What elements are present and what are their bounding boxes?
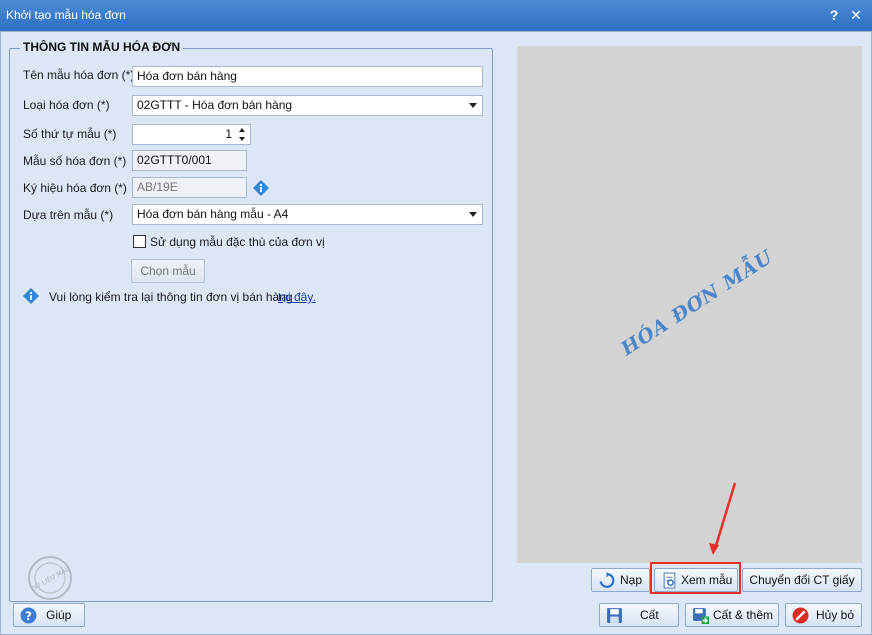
invoice-type-select[interactable]: 02GTTT - Hóa đơn bán hàng [132,95,483,116]
sample-data-stamp-icon: DỮ LIỆU MẪU [28,556,72,600]
cancel-label: Hủy bỏ [816,608,855,622]
invoice-type-label: Loại hóa đơn (*) [23,98,110,112]
convert-paper-button[interactable]: Chuyển đổi CT giấy [742,568,862,592]
reload-button[interactable]: Nạp [591,568,650,592]
custom-template-label: Sử dụng mẫu đặc thù của đơn vị [150,235,325,249]
sequence-label: Số thứ tự mẫu (*) [23,127,117,141]
close-button[interactable]: ✕ [846,0,866,31]
svg-text:?: ? [25,609,32,623]
reload-label: Nạp [620,573,643,587]
help-label: Giúp [46,608,72,622]
help-button[interactable]: ? Giúp [13,603,85,627]
template-name-input[interactable]: Hóa đơn bán hàng [132,66,483,87]
red-arrow-icon [709,482,737,555]
spin-down-icon[interactable] [239,137,245,141]
template-name-label: Tên mẫu hóa đơn (*) [23,68,135,82]
form-number-input[interactable]: 02GTTT0/001 [132,150,247,171]
window-title: Khởi tạo mẫu hóa đơn [6,8,126,22]
cancel-button[interactable]: Hủy bỏ [785,603,862,627]
save-button[interactable]: Cất [599,603,679,627]
notice-link[interactable]: tại đây. [278,290,316,304]
chevron-down-icon[interactable] [469,212,477,217]
help-title-button[interactable]: ? [824,0,844,31]
serial-input[interactable]: AB/19E [132,177,247,198]
save-label: Cất [640,608,659,622]
dialog-body: THÔNG TIN MẪU HÓA ĐƠN Tên mẫu hóa đơn (*… [0,31,872,635]
chevron-down-icon[interactable] [469,103,477,108]
based-on-value: Hóa đơn bán hàng mẫu - A4 [137,207,289,221]
spin-arrows-icon[interactable] [239,127,247,142]
highlight-box [650,562,741,594]
custom-template-checkbox[interactable] [133,235,146,248]
serial-label: Ký hiệu hóa đơn (*) [23,181,127,195]
cancel-icon [792,607,809,624]
based-on-select[interactable]: Hóa đơn bán hàng mẫu - A4 [132,204,483,225]
spin-up-icon[interactable] [239,128,245,132]
save-add-icon [693,608,709,624]
refresh-icon [599,572,615,588]
save-and-new-label: Cất & thêm [713,608,774,622]
preview-watermark: HÓA ĐƠN MẪU [617,245,778,361]
save-icon [607,608,622,623]
sequence-value: 1 [225,127,232,141]
invoice-template-info-group: THÔNG TIN MẪU HÓA ĐƠN Tên mẫu hóa đơn (*… [9,40,493,602]
based-on-label: Dựa trên mẫu (*) [23,208,114,222]
info-icon [23,288,39,304]
form-number-label: Mẫu số hóa đơn (*) [23,154,127,168]
title-bar: Khởi tạo mẫu hóa đơn ? ✕ [0,0,872,31]
choose-template-button[interactable]: Chọn mẫu [131,259,205,283]
group-title: THÔNG TIN MẪU HÓA ĐƠN [20,40,184,54]
sequence-stepper[interactable]: 1 [132,124,251,145]
save-and-new-button[interactable]: Cất & thêm [685,603,779,627]
template-preview: HÓA ĐƠN MẪU [517,46,862,563]
invoice-type-value: 02GTTT - Hóa đơn bán hàng [137,98,293,112]
notice-text: Vui lòng kiểm tra lại thông tin đơn vị b… [49,290,293,304]
info-icon[interactable] [253,180,269,196]
help-icon: ? [20,607,37,624]
